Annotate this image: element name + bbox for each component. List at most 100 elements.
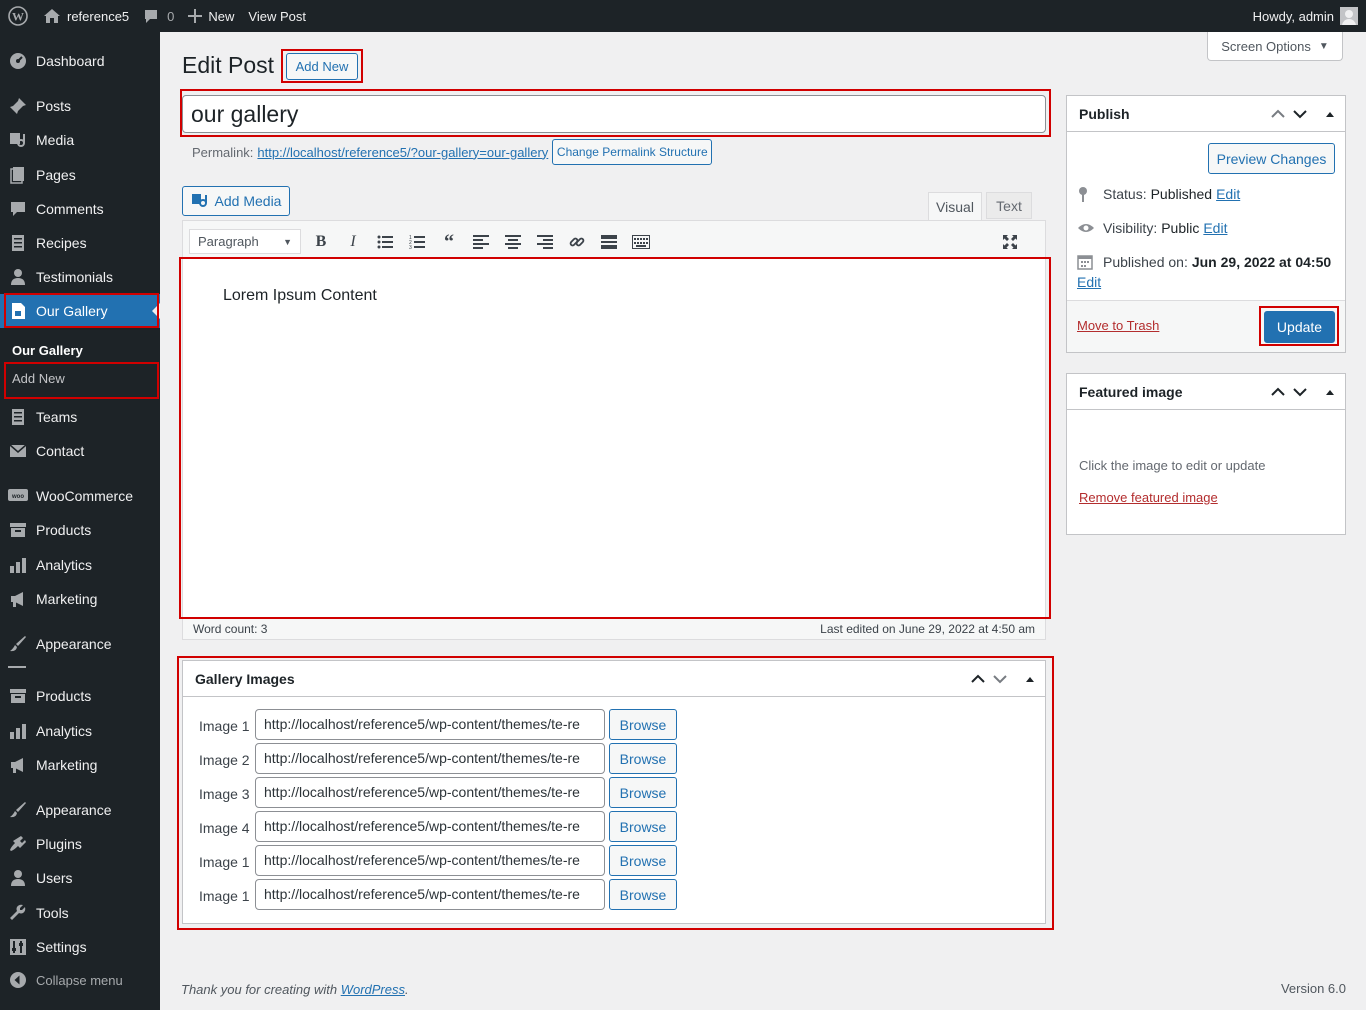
bullet-list-icon[interactable] <box>374 231 396 253</box>
gallery-image-url-input[interactable]: http://localhost/reference5/wp-content/t… <box>255 845 605 876</box>
browse-button[interactable]: Browse <box>609 743 677 774</box>
wordpress-logo-icon[interactable]: W <box>0 0 36 32</box>
gallery-image-url-input[interactable]: http://localhost/reference5/wp-content/t… <box>255 879 605 910</box>
toggle-panel-icon[interactable] <box>1325 388 1335 396</box>
last-edited: Last edited on June 29, 2022 at 4:50 am <box>820 621 1035 636</box>
sidebar-item-appearance[interactable]: Appearance <box>0 793 160 827</box>
sidebar-item-settings[interactable]: Settings <box>0 930 160 964</box>
browse-button[interactable]: Browse <box>609 709 677 740</box>
sidebar-item-teams[interactable]: Teams <box>0 400 160 434</box>
align-center-icon[interactable] <box>502 231 524 253</box>
numbered-list-icon[interactable]: 123 <box>406 231 428 253</box>
sidebar-item-contact[interactable]: Contact <box>0 434 160 468</box>
sidebar-item-label: Analytics <box>36 557 93 573</box>
fullscreen-icon[interactable] <box>999 231 1021 253</box>
sidebar-item-marketing[interactable]: Marketing <box>0 748 160 782</box>
publish-box: Publish Preview Changes Status: Publishe… <box>1066 95 1346 353</box>
align-left-icon[interactable] <box>470 231 492 253</box>
edit-status-link[interactable]: Edit <box>1216 186 1240 202</box>
gallery-image-url-input[interactable]: http://localhost/reference5/wp-content/t… <box>255 777 605 808</box>
browse-button[interactable]: Browse <box>609 879 677 910</box>
browse-button[interactable]: Browse <box>609 845 677 876</box>
add-new-button[interactable]: Add New <box>286 53 358 80</box>
bold-icon[interactable]: B <box>310 231 332 253</box>
format-select[interactable]: Paragraph ▼ <box>189 229 301 254</box>
sidebar-item-products[interactable]: Products <box>0 679 160 713</box>
gallery-image-url-input[interactable]: http://localhost/reference5/wp-content/t… <box>255 743 605 774</box>
sidebar-item-appearance[interactable]: Appearance <box>0 627 160 661</box>
tab-visual[interactable]: Visual <box>928 192 982 221</box>
tab-text[interactable]: Text <box>986 192 1032 219</box>
remove-featured-image-link[interactable]: Remove featured image <box>1079 490 1218 505</box>
move-up-icon[interactable] <box>1271 387 1285 397</box>
status-value: Published <box>1150 186 1213 202</box>
sidebar-item-plugins[interactable]: Plugins <box>0 827 160 861</box>
editor-toolbar: Paragraph ▼ B I 123 “ <box>183 221 1045 259</box>
archive-icon <box>0 687 36 705</box>
site-name-link[interactable]: reference5 <box>36 0 136 32</box>
sidebar-item-our-gallery[interactable]: Our Gallery <box>0 294 160 328</box>
new-content-link[interactable]: New <box>181 0 241 32</box>
gallery-image-url-input[interactable]: http://localhost/reference5/wp-content/t… <box>255 709 605 740</box>
toolbar-toggle-icon[interactable] <box>630 231 652 253</box>
sidebar-item-pages[interactable]: Pages <box>0 158 160 192</box>
move-down-icon[interactable] <box>1293 109 1307 119</box>
change-permalink-button[interactable]: Change Permalink Structure <box>552 139 713 165</box>
sidebar-item-dashboard[interactable]: Dashboard <box>0 44 160 78</box>
edit-visibility-link[interactable]: Edit <box>1203 220 1227 236</box>
sidebar-item-users[interactable]: Users <box>0 861 160 895</box>
blockquote-icon[interactable]: “ <box>438 231 460 253</box>
move-to-trash-link[interactable]: Move to Trash <box>1077 318 1159 333</box>
sidebar-item-media[interactable]: Media <box>0 123 160 157</box>
sidebar-item-label: Products <box>36 522 92 538</box>
sidebar-item-woocommerce[interactable]: woo WooCommerce <box>0 479 160 513</box>
link-icon[interactable] <box>566 231 588 253</box>
add-media-button[interactable]: Add Media <box>182 186 290 216</box>
wordpress-link[interactable]: WordPress <box>341 982 405 997</box>
howdy-link[interactable]: Howdy, admin <box>1253 9 1334 24</box>
post-title-input[interactable]: our gallery <box>182 95 1046 133</box>
gallery-image-url-input[interactable]: http://localhost/reference5/wp-content/t… <box>255 811 605 842</box>
sidebar-item-marketing[interactable]: Marketing <box>0 582 160 616</box>
move-up-icon[interactable] <box>971 674 985 684</box>
browse-button[interactable]: Browse <box>609 777 677 808</box>
sidebar-item-label: Analytics <box>36 723 93 739</box>
menu-separator <box>8 666 26 668</box>
read-more-icon[interactable] <box>598 231 620 253</box>
sidebar-item-posts[interactable]: Posts <box>0 89 160 123</box>
move-up-icon[interactable] <box>1271 109 1285 119</box>
gallery-image-label: Image 4 <box>199 820 250 836</box>
sidebar-item-label: Teams <box>36 409 78 425</box>
move-down-icon[interactable] <box>1293 387 1307 397</box>
dashboard-icon <box>0 52 36 70</box>
browse-button[interactable]: Browse <box>609 811 677 842</box>
gallery-image-row: Image 1 http://localhost/reference5/wp-co… <box>183 879 1043 913</box>
toggle-panel-icon[interactable] <box>1325 110 1335 118</box>
italic-icon[interactable]: I <box>342 231 364 253</box>
screen-options-button[interactable]: Screen Options ▼ <box>1207 32 1343 61</box>
update-button[interactable]: Update <box>1264 311 1335 343</box>
toggle-panel-icon[interactable] <box>1025 675 1035 683</box>
sidebar-item-tools[interactable]: Tools <box>0 896 160 930</box>
submenu-item-our-gallery[interactable]: Our Gallery <box>0 335 160 365</box>
sidebar-item-products[interactable]: Products <box>0 513 160 547</box>
permalink-link[interactable]: http://localhost/reference5/?our-gallery… <box>257 145 548 160</box>
align-right-icon[interactable] <box>534 231 556 253</box>
sidebar-item-recipes[interactable]: Recipes <box>0 226 160 260</box>
move-down-icon[interactable] <box>993 674 1007 684</box>
sidebar-item-comments[interactable]: Comments <box>0 192 160 226</box>
brush-icon <box>0 635 36 653</box>
editor-content[interactable]: Lorem Ipsum Content <box>223 287 377 305</box>
comments-link[interactable]: 0 <box>136 0 181 32</box>
sidebar-item-analytics[interactable]: Analytics <box>0 548 160 582</box>
edit-date-link[interactable]: Edit <box>1077 274 1101 290</box>
collapse-menu-button[interactable]: Collapse menu <box>0 963 160 997</box>
published-on-row: Published on: Jun 29, 2022 at 04:50 <box>1077 254 1331 270</box>
preview-changes-button[interactable]: Preview Changes <box>1208 143 1335 174</box>
view-post-link[interactable]: View Post <box>241 0 313 32</box>
submenu-item-add-new[interactable]: Add New <box>0 363 160 393</box>
avatar[interactable] <box>1340 7 1358 25</box>
sidebar-item-testimonials[interactable]: Testimonials <box>0 260 160 294</box>
gallery-image-row: Image 3 http://localhost/reference5/wp-co… <box>183 777 1043 811</box>
sidebar-item-analytics[interactable]: Analytics <box>0 714 160 748</box>
